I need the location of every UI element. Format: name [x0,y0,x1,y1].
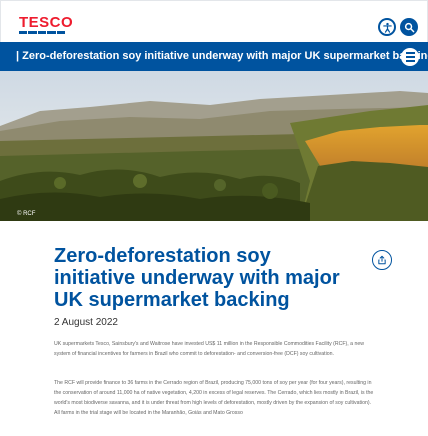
menu-icon [405,52,415,54]
share-icon [378,255,386,265]
title-bar-text: | Zero-deforestation soy initiative unde… [16,50,428,62]
article-headline: Zero-deforestation soy initiative underw… [54,245,340,311]
image-credit: © RCF [17,211,36,217]
search-icon [404,22,414,32]
page-title-bar: | Zero-deforestation soy initiative unde… [0,42,428,71]
tesco-logo[interactable]: TESCO [19,14,73,31]
landscape-photo [0,71,428,221]
logo-stripes [19,31,66,35]
accessibility-icon [382,22,392,33]
article-paragraph: UK supermarkets Tesco, Sainsbury's and W… [54,341,364,357]
menu-button[interactable] [401,48,419,66]
article-date: 2 August 2022 [54,317,118,328]
accessibility-button[interactable] [378,18,396,36]
search-button[interactable] [400,18,418,36]
site-header: TESCO [0,0,428,42]
share-button[interactable] [372,250,392,270]
article-paragraph: The RCF will provide finance to 36 farms… [54,380,374,416]
hero-image [0,71,428,221]
